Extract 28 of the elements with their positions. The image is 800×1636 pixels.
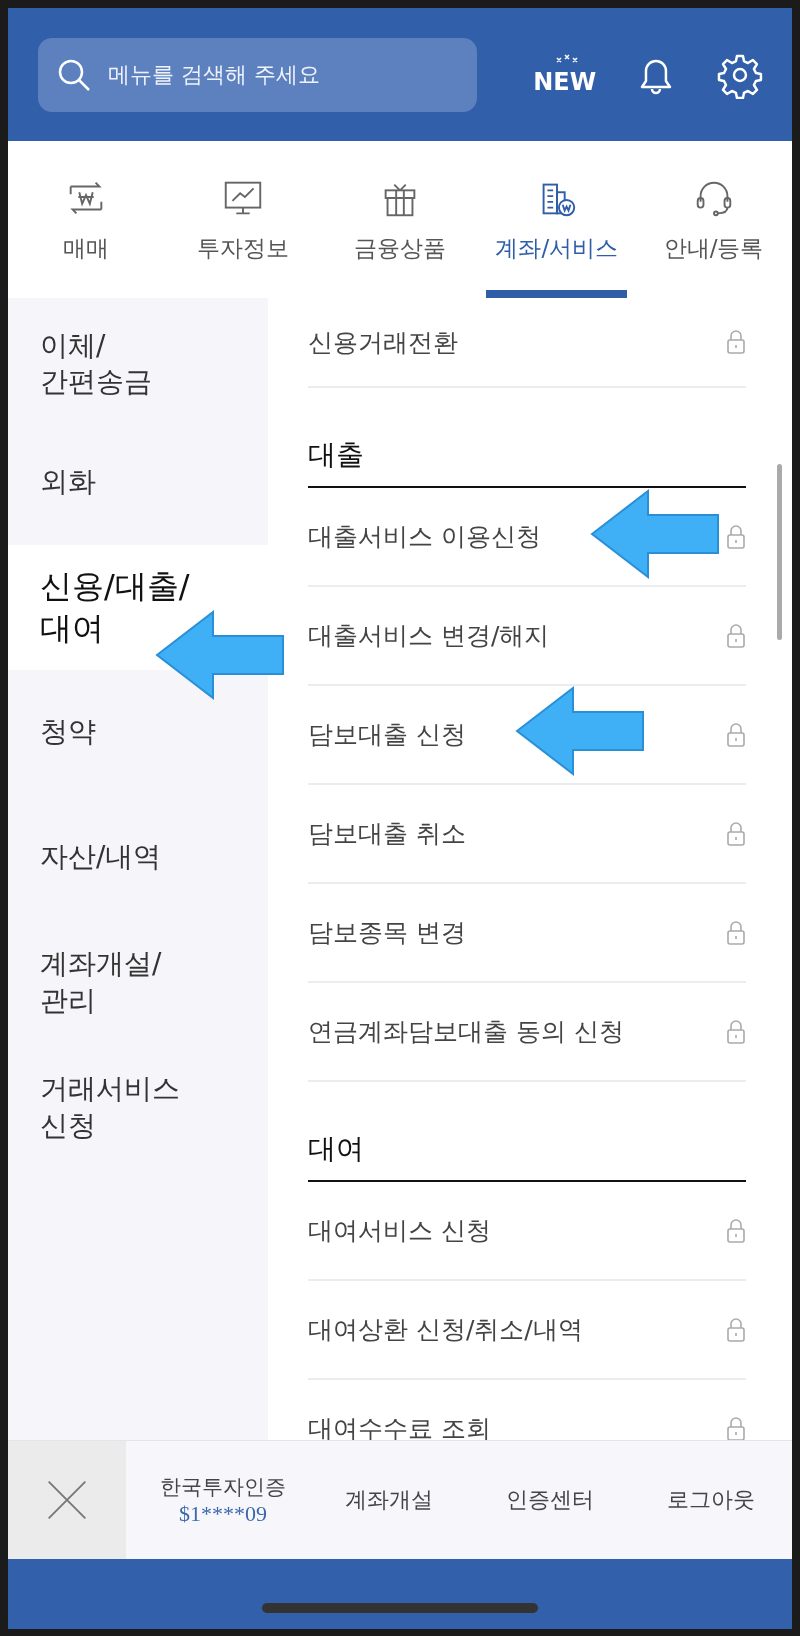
bottom-link[interactable]: 계좌개설 <box>308 1485 470 1515</box>
menu-item[interactable]: 대여서비스 신청 <box>308 1182 746 1281</box>
bottom-link[interactable]: 인증센터 <box>469 1485 631 1515</box>
sidebar-item[interactable]: 외화 <box>8 420 268 545</box>
new-badge[interactable]: NEW <box>533 53 597 96</box>
menu-tab[interactable]: 금융상품 <box>321 141 479 298</box>
sidebar-item[interactable]: 자산/내역 <box>8 795 268 920</box>
menu-item[interactable]: 대여상환 신청/취소/내역 <box>308 1281 746 1380</box>
menu-tab[interactable]: 안내/등록 <box>635 141 792 298</box>
menu-tab[interactable]: 매매 <box>8 141 165 298</box>
menu-item[interactable]: 담보대출 취소 <box>308 785 746 884</box>
menu-tab[interactable]: 계좌/서비스 <box>478 141 636 298</box>
menu-item[interactable]: 신용거래전환 <box>308 298 746 388</box>
menu-item[interactable]: 담보종목 변경 <box>308 884 746 983</box>
menu-item[interactable]: 대출서비스 변경/해지 <box>308 587 746 686</box>
bottom-link[interactable]: 로그아웃 <box>630 1485 792 1515</box>
menu-tab[interactable]: 투자정보 <box>164 141 322 298</box>
cert-id: $1****09 <box>179 1501 267 1527</box>
sidebar-item[interactable]: 계좌개설/ 관리 <box>8 920 268 1045</box>
sidebar-item[interactable]: 이체/ 간편송금 <box>8 320 268 420</box>
sidebar-item[interactable]: 거래서비스 신청 <box>8 1045 268 1170</box>
cert-name[interactable]: 한국투자인증 <box>160 1473 286 1501</box>
close-icon <box>45 1478 89 1522</box>
search-field[interactable]: 메뉴를 검색해 주세요 <box>38 37 478 112</box>
sidebar-item[interactable]: 청약 <box>8 670 268 795</box>
section-heading: 대여 <box>308 1082 746 1182</box>
menu-item[interactable]: 연금계좌담보대출 동의 신청 <box>308 983 746 1082</box>
section-heading: 대출 <box>308 388 746 488</box>
